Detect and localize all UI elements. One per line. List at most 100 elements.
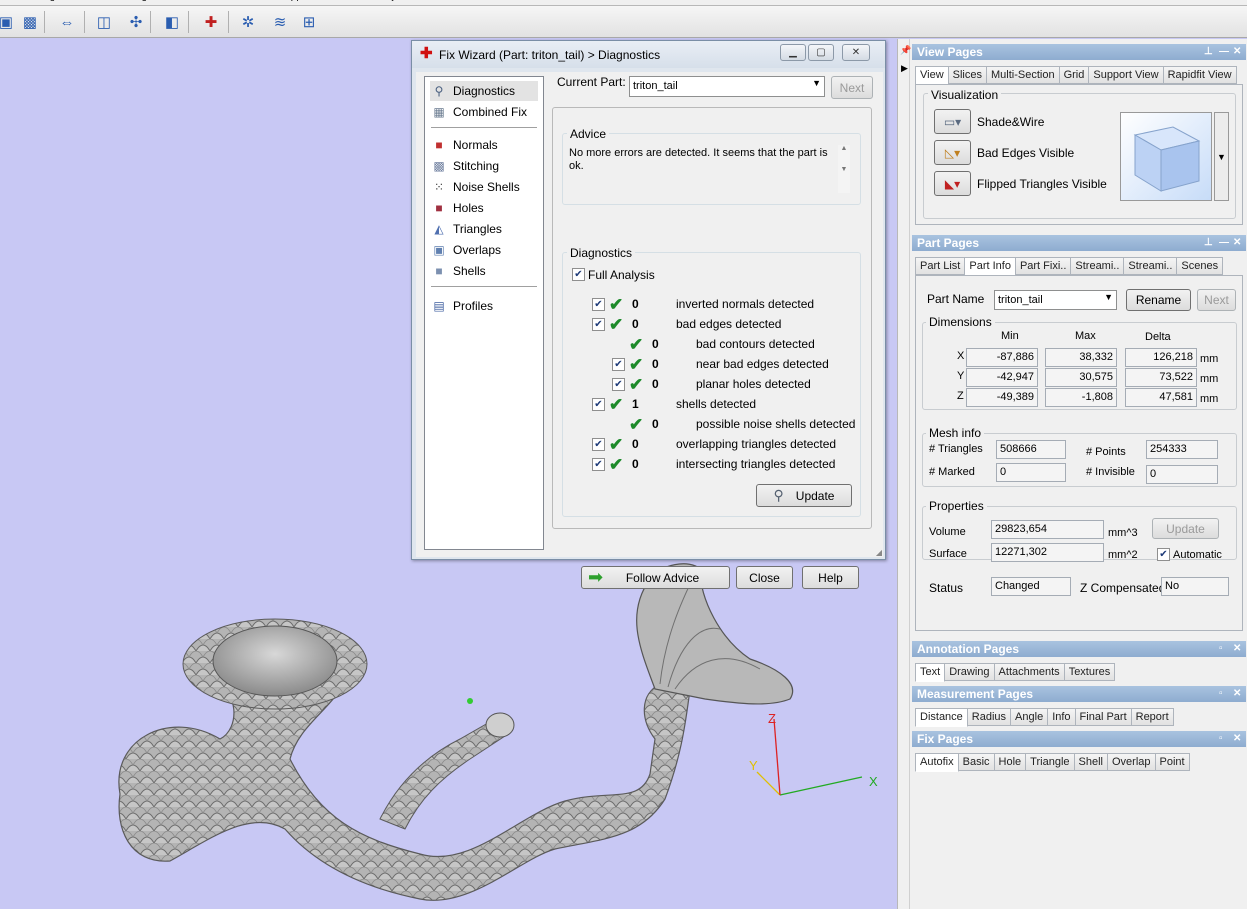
tab-radius[interactable]: Radius	[967, 708, 1012, 726]
nav-item-diagnostics[interactable]: ⚲ Diagnostics	[430, 81, 538, 101]
tab-overlap[interactable]: Overlap	[1107, 753, 1156, 771]
menu-item[interactable]: Marking	[20, 0, 56, 2]
nav-item-triangles[interactable]: ◭ Triangles	[431, 219, 502, 239]
shade-wire-button[interactable]: ▭▾	[934, 109, 971, 134]
part-name-select[interactable]: triton_tail ▼	[994, 290, 1117, 310]
move-icon[interactable]: ⇔	[55, 10, 79, 34]
nav-item-overlaps[interactable]: ▣ Overlaps	[431, 240, 501, 260]
nav-item-profiles[interactable]: ▤ Profiles	[431, 296, 493, 316]
advice-scrollbar[interactable]: ▲ ▼	[838, 145, 850, 193]
select-icon[interactable]: ▩	[18, 10, 42, 34]
tab-streami[interactable]: Streami..	[1071, 257, 1125, 275]
tab-shell[interactable]: Shell	[1074, 753, 1108, 771]
tab-part-list[interactable]: Part List	[915, 257, 966, 275]
tab-rapidfit-view[interactable]: Rapidfit View	[1163, 66, 1237, 84]
view-pages-header[interactable]: View Pages ⊥ — ✕	[912, 44, 1246, 60]
tab-final-part[interactable]: Final Part	[1075, 708, 1132, 726]
close-panel-icon[interactable]: ✕	[1233, 641, 1241, 657]
current-part-select[interactable]: triton_tail ▼	[629, 76, 825, 97]
menu-item[interactable]: Scence	[69, 0, 102, 2]
close-panel-icon[interactable]: ✕	[1233, 686, 1241, 702]
minimize-button[interactable]: ▁	[780, 44, 806, 61]
stripes-icon[interactable]: ≋	[268, 10, 292, 34]
tab-triangle[interactable]: Triangle	[1026, 753, 1075, 771]
tab-angle[interactable]: Angle	[1011, 708, 1049, 726]
tab-drawing[interactable]: Drawing	[945, 663, 995, 681]
close-panel-icon[interactable]: ✕	[1233, 44, 1241, 60]
diagnostic-checkbox[interactable]: ✔	[612, 378, 625, 391]
minimize-panel-icon[interactable]: —	[1219, 235, 1229, 251]
fix-wizard-icon[interactable]: ✚	[199, 10, 223, 34]
tab-grid[interactable]: Grid	[1059, 66, 1090, 84]
package-icon[interactable]: ⊞	[297, 10, 321, 34]
tab-slices[interactable]: Slices	[948, 66, 987, 84]
gear-icon[interactable]: ✲	[236, 10, 260, 34]
close-window-button[interactable]: ✕	[842, 44, 870, 61]
flipped-triangles-visible-button[interactable]: ◣▾	[934, 171, 971, 196]
next-button[interactable]: Next	[831, 76, 873, 99]
cube-wire-icon[interactable]: ◫	[92, 10, 116, 34]
diagnostic-checkbox[interactable]: ✔	[592, 318, 605, 331]
close-panel-icon[interactable]: ✕	[1233, 731, 1241, 747]
part-next-button[interactable]: Next	[1197, 289, 1236, 311]
nav-item-noise-shells[interactable]: ⁙ Noise Shells	[431, 177, 520, 197]
tab-part-fixi[interactable]: Part Fixi..	[1015, 257, 1072, 275]
menu-item[interactable]: n	[0, 0, 6, 2]
properties-update-button[interactable]: Update	[1152, 518, 1219, 539]
tab-attachments[interactable]: Attachments	[994, 663, 1065, 681]
resize-grip-icon[interactable]: ◢	[876, 548, 882, 557]
tab-point[interactable]: Point	[1155, 753, 1190, 771]
nav-item-stitching[interactable]: ▩ Stitching	[431, 156, 499, 176]
tab-info[interactable]: Info	[1048, 708, 1076, 726]
tab-support-view[interactable]: Support View	[1089, 66, 1164, 84]
tab-report[interactable]: Report	[1131, 708, 1174, 726]
dock-strip[interactable]: 📌 ▶	[898, 39, 911, 909]
nav-item-normals[interactable]: ■ Normals	[431, 135, 497, 155]
nav-item-combined-fix[interactable]: ▦ Combined Fix	[431, 102, 527, 122]
dialog-titlebar[interactable]: ✚ Fix Wizard (Part: triton_tail) > Diagn…	[412, 41, 885, 68]
diagnostic-checkbox[interactable]: ✔	[592, 298, 605, 311]
tab-autofix[interactable]: Autofix	[915, 753, 959, 772]
view-cube[interactable]	[1120, 112, 1212, 201]
restore-panel-icon[interactable]: ▫	[1219, 686, 1223, 702]
menu-item[interactable]: Streamics	[220, 0, 264, 2]
tab-scenes[interactable]: Scenes	[1177, 257, 1224, 275]
part-pages-header[interactable]: Part Pages ⊥ — ✕	[912, 235, 1246, 251]
pin-icon[interactable]: ⊥	[1204, 44, 1213, 60]
help-button[interactable]: Help	[802, 566, 859, 589]
diagnostic-checkbox[interactable]: ✔	[592, 438, 605, 451]
automatic-checkbox[interactable]: ✔	[1157, 548, 1170, 561]
axes-icon[interactable]: ✣	[124, 10, 148, 34]
tab-part-info[interactable]: Part Info	[965, 257, 1016, 276]
menu-item[interactable]: Sujet	[380, 0, 403, 2]
view-cube-dropdown[interactable]: ▼	[1214, 112, 1229, 201]
pin-icon[interactable]: 📌	[900, 45, 911, 56]
cube-icon[interactable]: ◧	[160, 10, 184, 34]
close-button[interactable]: Close	[736, 566, 793, 589]
tab-basic[interactable]: Basic	[958, 753, 995, 771]
diagnostic-checkbox[interactable]: ✔	[612, 358, 625, 371]
bad-edges-visible-button[interactable]: ◺▾	[934, 140, 971, 165]
diagnostic-checkbox[interactable]: ✔	[592, 398, 605, 411]
fix-pages-header[interactable]: Fix Pages ▫ ✕	[912, 731, 1246, 747]
tab-distance[interactable]: Distance	[915, 708, 968, 727]
pin-icon[interactable]: ⊥	[1204, 235, 1213, 251]
diagnostic-checkbox[interactable]: ✔	[592, 458, 605, 471]
expand-arrow-icon[interactable]: ▶	[901, 63, 908, 74]
tab-streami[interactable]: Streami..	[1124, 257, 1178, 275]
full-analysis-checkbox[interactable]: ✔	[572, 268, 585, 281]
nav-item-holes[interactable]: ■ Holes	[431, 198, 483, 218]
tab-view[interactable]: View	[915, 66, 949, 85]
follow-advice-button[interactable]: ➡ Follow Advice	[581, 566, 730, 589]
annotation-pages-header[interactable]: Annotation Pages ▫ ✕	[912, 641, 1246, 657]
layers-icon[interactable]: ▣	[0, 10, 18, 34]
fix-wizard-dialog[interactable]: ✚ Fix Wizard (Part: triton_tail) > Diagn…	[411, 40, 886, 589]
restore-panel-icon[interactable]: ▫	[1219, 731, 1223, 747]
menu-item[interactable]: Fix Pedler	[161, 0, 206, 2]
tab-hole[interactable]: Hole	[994, 753, 1027, 771]
restore-panel-icon[interactable]: ▫	[1219, 641, 1223, 657]
menu-item[interactable]: Support Generation	[279, 0, 366, 2]
measurement-pages-header[interactable]: Measurement Pages ▫ ✕	[912, 686, 1246, 702]
update-button[interactable]: ⚲ Update	[756, 484, 852, 507]
maximize-button[interactable]: ▢	[808, 44, 834, 61]
